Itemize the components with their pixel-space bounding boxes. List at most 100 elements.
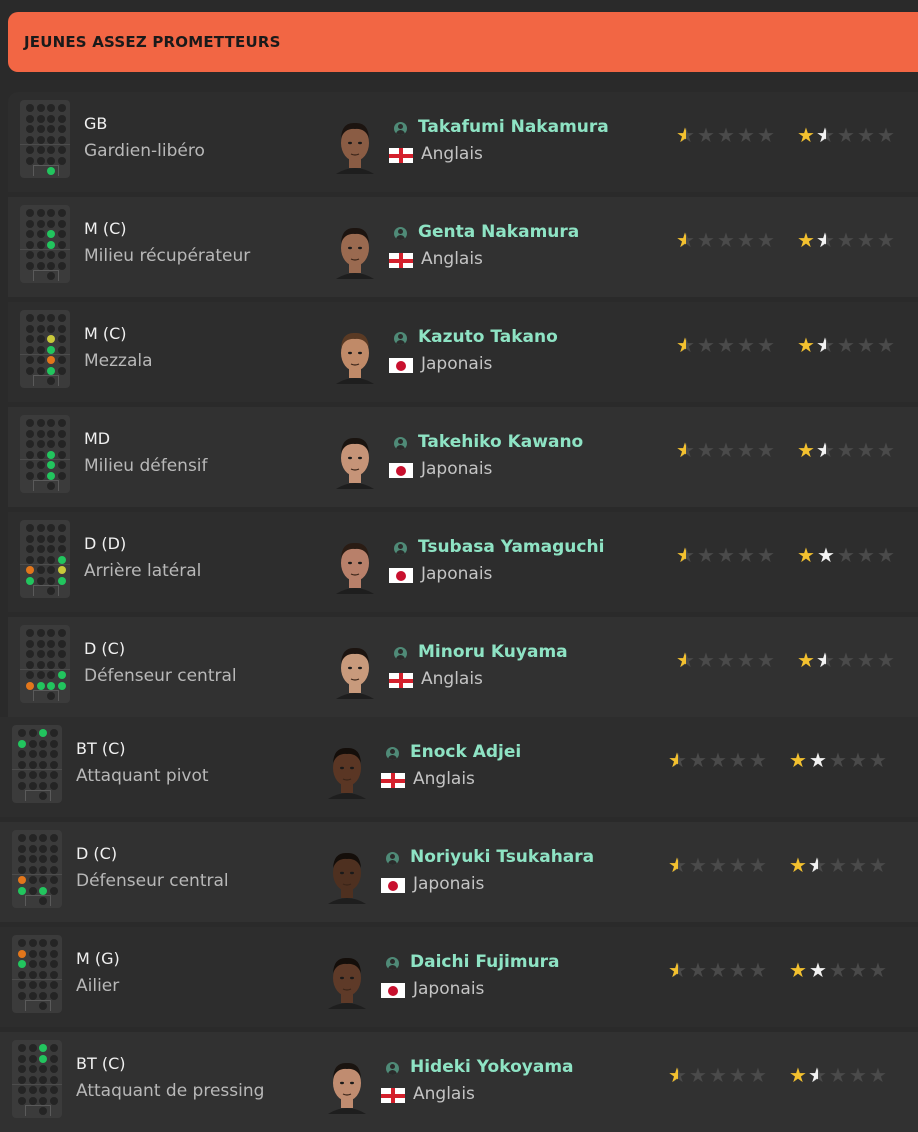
player-name-link[interactable]: Tsubasa Yamaguchi (418, 537, 604, 557)
star-icon: ★ (857, 333, 875, 357)
player-row[interactable]: GB Gardien-libéro Takafumi Nakamura Anglais… (8, 92, 918, 192)
position-dot (28, 1096, 37, 1105)
star-icon: ★ (709, 1063, 727, 1087)
player-row[interactable]: BT (C) Attaquant de pressing Hideki Yokoya… (0, 1032, 918, 1132)
position-dot (26, 240, 34, 249)
position-dot (39, 876, 47, 884)
position-dot (57, 251, 66, 259)
player-row[interactable]: D (C) Défenseur central Noriyuki Tsukahara… (0, 822, 918, 922)
player-name-link[interactable]: Hideki Yokoyama (410, 1057, 574, 1077)
position-dot (39, 991, 47, 1000)
position-pitch-icon (20, 625, 70, 703)
position-dot (47, 167, 55, 175)
player-avatar[interactable] (324, 951, 370, 1009)
role-label: Arrière latéral (84, 561, 202, 581)
position-dot (18, 939, 26, 947)
player-name-link[interactable]: Takafumi Nakamura (418, 117, 609, 137)
position-dot (26, 629, 34, 637)
position-dot (18, 949, 26, 958)
pitch-penalty-box (33, 690, 59, 701)
player-avatar[interactable] (324, 846, 370, 904)
position-dot (26, 209, 34, 217)
current-ability-stars: ★ ★ ★ ★ ★ (668, 960, 768, 980)
player-row[interactable]: MD Milieu défensif Takehiko Kawano Japonais… (8, 407, 918, 507)
position-dot (36, 429, 45, 438)
nationality-label: Anglais (413, 769, 475, 789)
player-avatar[interactable] (324, 741, 370, 799)
player-avatar[interactable] (332, 221, 378, 279)
star-icon: ★ (869, 1063, 887, 1087)
player-name-link[interactable]: Takehiko Kawano (418, 432, 583, 452)
position-dot (28, 781, 37, 790)
player-avatar[interactable] (332, 431, 378, 489)
position-dot (26, 419, 34, 427)
position-dot (26, 219, 34, 228)
position-dot (28, 771, 37, 779)
role-label: Milieu défensif (84, 456, 208, 476)
star-icon: ★ (717, 333, 735, 357)
pitch-penalty-box (33, 375, 59, 386)
position-dot (47, 335, 55, 343)
star-icon: ★ (869, 853, 887, 877)
player-row[interactable]: D (C) Défenseur central Minoru Kuyama Angla… (8, 617, 918, 717)
position-dot (39, 886, 47, 895)
position-dot (49, 834, 58, 842)
player-name-link[interactable]: Genta Nakamura (418, 222, 579, 242)
player-avatar[interactable] (332, 536, 378, 594)
star-icon: ★ (697, 228, 715, 252)
position-dot (26, 650, 34, 658)
position-dot (57, 429, 66, 438)
pitch-halfway-line (12, 979, 62, 980)
player-name-link[interactable]: Enock Adjei (410, 742, 521, 762)
position-dot (26, 314, 34, 322)
star-icon: ★ (749, 958, 767, 982)
player-name-link[interactable]: Noriyuki Tsukahara (410, 847, 594, 867)
position-dot (57, 524, 66, 532)
player-avatar[interactable] (324, 1056, 370, 1114)
player-row[interactable]: D (D) Arrière latéral Tsubasa Yamaguchi Jap… (8, 512, 918, 612)
player-avatar[interactable] (332, 326, 378, 384)
position-dot (28, 981, 37, 989)
star-icon: ★ (749, 853, 767, 877)
player-name-link[interactable]: Minoru Kuyama (418, 642, 568, 662)
position-dot (18, 876, 26, 884)
position-dot (47, 209, 55, 217)
player-row[interactable]: M (C) Milieu récupérateur Genta Nakamura An… (8, 197, 918, 297)
position-dot (49, 844, 58, 853)
star-icon: ★ (809, 748, 827, 772)
player-avatar[interactable] (332, 116, 378, 174)
position-dot (36, 209, 45, 217)
position-dot (47, 125, 55, 133)
position-dot (18, 970, 26, 979)
player-avatar[interactable] (332, 641, 378, 699)
position-dot (28, 1054, 37, 1063)
position-pitch-icon (20, 310, 70, 388)
current-ability-stars: ★ ★ ★ ★ ★ (676, 335, 776, 355)
star-icon: ★ (809, 958, 827, 982)
player-name-link[interactable]: Daichi Fujimura (410, 952, 560, 972)
position-dot (49, 739, 58, 748)
player-row[interactable]: BT (C) Attaquant pivot Enock Adjei Anglais ★… (0, 717, 918, 817)
pitch-penalty-box (25, 895, 51, 906)
position-dot (36, 251, 45, 259)
position-dot (36, 366, 45, 375)
star-icon: ★ (857, 543, 875, 567)
nationality-label: Japonais (413, 874, 485, 894)
star-icon: ★ (816, 440, 836, 460)
position-dot (49, 1054, 58, 1063)
pitch-penalty-box (33, 585, 59, 596)
position-dot (36, 650, 45, 658)
star-icon: ★ (829, 748, 847, 772)
current-ability-stars: ★ ★ ★ ★ ★ (668, 1065, 768, 1085)
england-flag-icon (389, 673, 413, 688)
position-dot (26, 345, 34, 354)
star-icon: ★ (797, 438, 815, 462)
player-name-link[interactable]: Kazuto Takano (418, 327, 558, 347)
position-dot (47, 461, 55, 469)
position-dot (36, 671, 45, 679)
position-dot (47, 356, 55, 364)
position-dot (18, 865, 26, 874)
player-row[interactable]: M (G) Ailier Daichi Fujimura Japonais ★ ★ ★ ★ ★ ★… (0, 927, 918, 1027)
position-dot (18, 1065, 26, 1073)
player-row[interactable]: M (C) Mezzala Kazuto Takano Japonais ★ ★ ★ ★ ★ ★ ★… (8, 302, 918, 402)
